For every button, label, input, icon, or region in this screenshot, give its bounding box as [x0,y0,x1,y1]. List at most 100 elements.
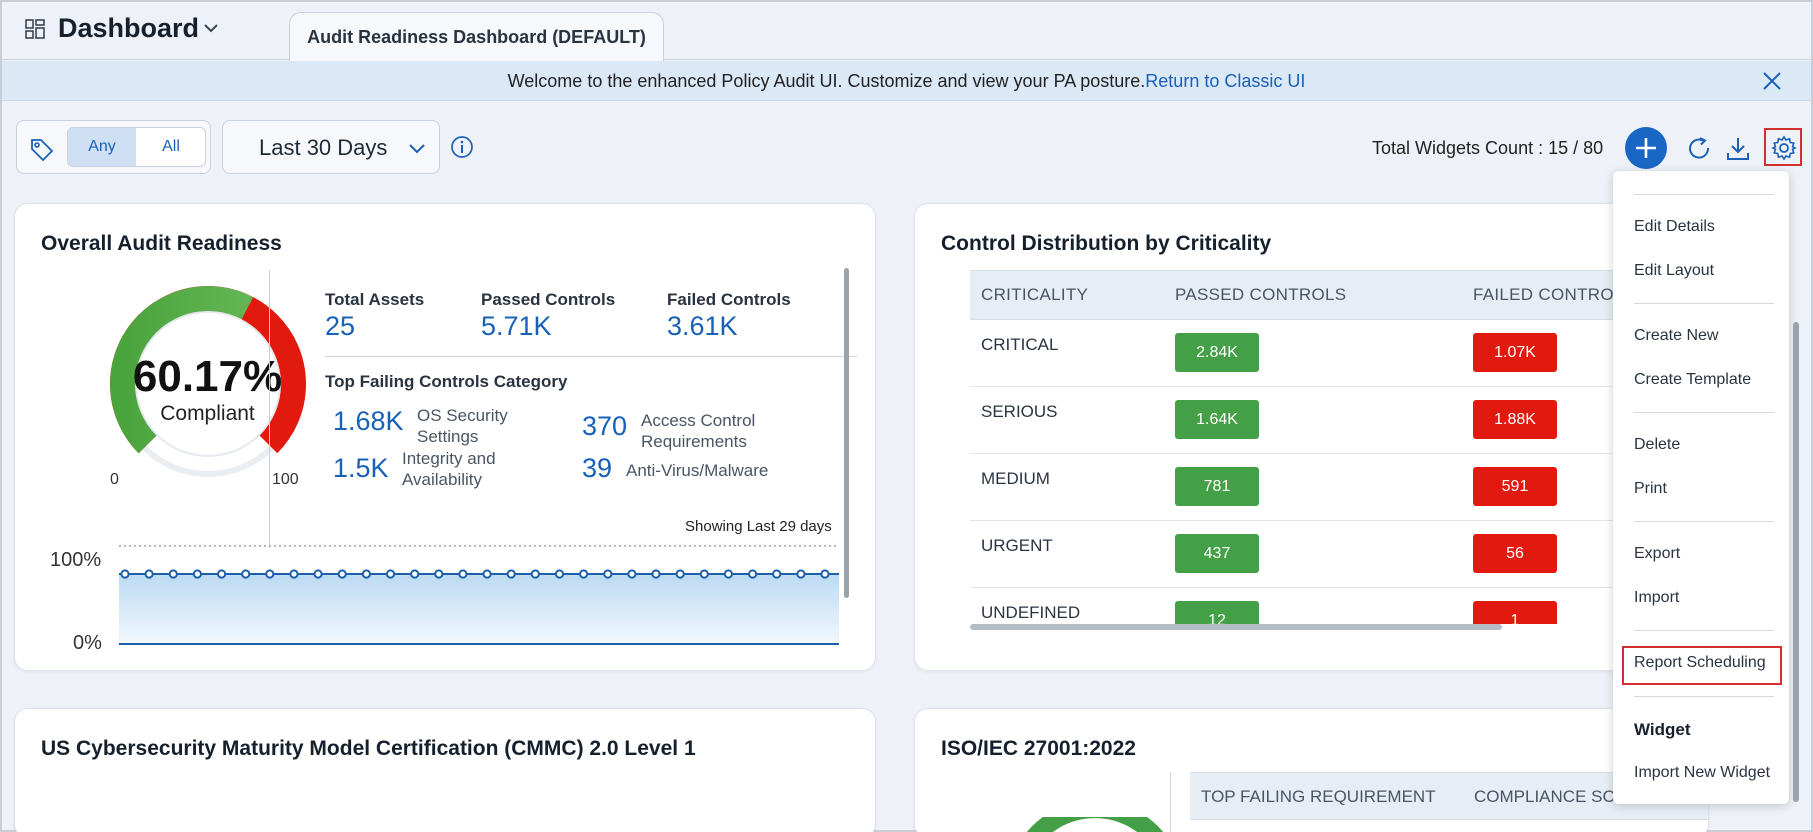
failing-category-value[interactable]: 1.5K [333,453,389,484]
trend-point[interactable] [385,569,396,579]
menu-item-import-new-widget[interactable]: Import New Widget [1634,764,1770,782]
menu-divider [1634,303,1774,304]
trend-point[interactable] [168,569,178,579]
trend-point[interactable] [796,569,806,579]
trend-point[interactable] [748,569,758,579]
trend-point[interactable] [699,569,709,579]
table-row: UNDEFINED 12 1 [970,588,1690,624]
iso-27001-widget: ISO/IEC 27001:2022 TOP FAILING REQUIREME… [914,708,1709,832]
page-scrollbar[interactable] [1793,322,1799,802]
trend-point[interactable] [410,569,420,579]
column-header[interactable]: COMPLIANCE SCO [1474,787,1628,807]
horizontal-scrollbar[interactable] [970,624,1502,630]
criticality-name: UNDEFINED [981,603,1081,622]
trend-point[interactable] [603,569,613,579]
failed-count[interactable]: 1.88K [1473,400,1557,439]
trend-point[interactable] [820,569,830,579]
failed-count[interactable]: 56 [1473,534,1557,573]
settings-button[interactable] [1764,128,1802,166]
trend-point[interactable] [723,569,734,579]
showing-range: Showing Last 29 days [685,518,832,535]
menu-item-create-new[interactable]: Create New [1634,327,1718,345]
table-row: MEDIUM 781 591 [970,454,1690,521]
trend-point[interactable] [651,569,661,579]
banner-text: Welcome to the enhanced Policy Audit UI.… [507,71,1146,91]
menu-item-create-template[interactable]: Create Template [1634,371,1751,389]
criticality-name: MEDIUM [981,469,1050,488]
trend-point[interactable] [627,569,637,579]
menu-divider [1634,412,1774,413]
menu-item-edit-layout[interactable]: Edit Layout [1634,262,1714,280]
menu-item-report-scheduling[interactable]: Report Scheduling [1634,654,1766,672]
chevron-down-icon[interactable] [201,18,221,38]
menu-item-export[interactable]: Export [1634,545,1680,563]
failed-count[interactable]: 1 [1473,601,1557,624]
add-widget-button[interactable] [1625,127,1667,169]
column-header[interactable]: FAILED CONTROLS [1473,285,1635,305]
trend-point[interactable] [192,569,203,579]
stat-value[interactable]: 3.61K [667,311,791,342]
dashboard-icon[interactable] [24,18,46,40]
trend-point[interactable] [530,569,540,579]
info-icon[interactable] [450,135,474,159]
stat-total-assets: Total Assets 25 [325,290,424,342]
trend-point[interactable] [313,569,323,579]
widget-scrollbar[interactable] [844,268,849,598]
trend-point[interactable] [772,569,782,579]
menu-item-print[interactable]: Print [1634,480,1667,498]
refresh-icon[interactable] [1686,135,1714,163]
trend-point[interactable] [144,569,154,579]
failing-category-value[interactable]: 39 [582,453,612,484]
gauge-min-label: 0 [110,471,119,488]
menu-divider [1634,521,1774,522]
menu-item-import[interactable]: Import [1634,589,1679,607]
failing-category-value[interactable]: 370 [582,411,627,442]
trend-point[interactable] [554,569,565,579]
stat-value[interactable]: 5.71K [481,311,615,342]
return-to-classic-link[interactable]: Return to Classic UI [1145,71,1305,91]
passed-count[interactable]: 1.64K [1175,400,1259,439]
failing-category-value[interactable]: 1.68K [333,406,404,437]
match-toggle: Any All [67,127,206,167]
trend-point[interactable] [506,569,516,579]
date-range-select[interactable]: Last 30 Days [222,120,440,174]
trend-point[interactable] [217,569,227,579]
menu-item-delete[interactable]: Delete [1634,436,1680,454]
failed-count[interactable]: 591 [1473,467,1557,506]
column-header[interactable]: TOP FAILING REQUIREMENT [1201,787,1436,807]
tag-icon[interactable] [29,137,55,163]
table-row: CRITICAL 2.84K 1.07K [970,320,1690,387]
trend-point[interactable] [579,569,589,579]
trend-point[interactable] [458,569,468,579]
match-any-button[interactable]: Any [68,128,136,166]
passed-count[interactable]: 437 [1175,534,1259,573]
passed-count[interactable]: 2.84K [1175,333,1259,372]
trend-point[interactable] [120,569,130,579]
passed-count[interactable]: 781 [1175,467,1259,506]
match-all-button[interactable]: All [137,128,205,166]
column-header[interactable]: PASSED CONTROLS [1175,285,1346,305]
date-range-value: Last 30 Days [259,135,388,160]
stat-failed-controls: Failed Controls 3.61K [667,290,791,342]
trend-point[interactable] [241,569,251,579]
divider [325,356,857,357]
failed-count[interactable]: 1.07K [1473,333,1557,372]
trend-point[interactable] [337,569,347,579]
close-icon[interactable] [1761,70,1783,92]
failing-category-label: Integrity and Availability [402,449,496,489]
trend-point[interactable] [265,569,275,579]
download-icon[interactable] [1724,135,1752,163]
compliance-donut [1026,817,1164,832]
trend-point[interactable] [675,569,685,579]
trend-point[interactable] [434,569,444,579]
table-row: SERIOUS 1.64K 1.88K [970,387,1690,454]
trend-point[interactable] [361,569,371,579]
column-header[interactable]: CRITICALITY [981,285,1088,305]
trend-point[interactable] [482,569,492,579]
passed-count[interactable]: 12 [1175,601,1259,624]
stat-label: Total Assets [325,290,425,309]
menu-item-edit-details[interactable]: Edit Details [1634,218,1715,236]
stat-value[interactable]: 25 [325,311,424,342]
tab-audit-readiness-dashboard[interactable]: Audit Readiness Dashboard (DEFAULT) [289,12,664,61]
trend-point[interactable] [289,569,299,579]
